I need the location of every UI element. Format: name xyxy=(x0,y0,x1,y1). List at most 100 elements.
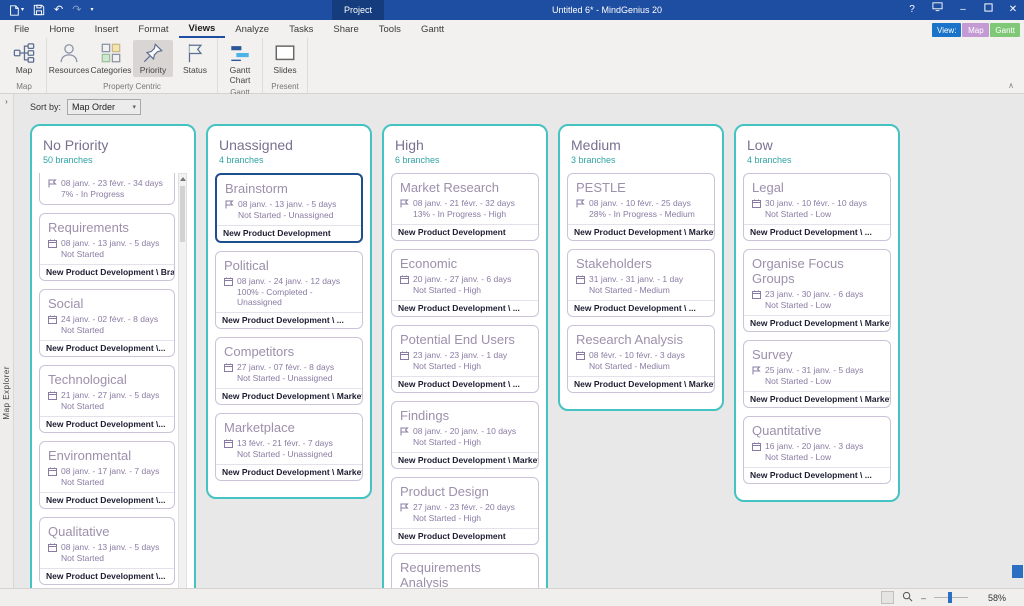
branch-card[interactable]: Findings08 janv. - 20 janv. - 10 daysNot… xyxy=(391,401,539,469)
undo-icon[interactable]: ↶ xyxy=(54,0,63,20)
quick-access-toolbar: ▾ ↶ ↷ ▾ xyxy=(8,0,93,20)
branch-dates-row: 27 janv. - 23 févr. - 20 days xyxy=(392,499,538,512)
branch-card[interactable]: Legal30 janv. - 10 févr. - 10 daysNot St… xyxy=(743,173,891,241)
customize-quick-access-icon[interactable]: ▾ xyxy=(90,0,93,20)
branch-card[interactable]: Technological21 janv. - 27 janv. - 5 day… xyxy=(39,365,175,433)
calendar-icon xyxy=(224,363,233,372)
fit-map-icon[interactable] xyxy=(881,591,894,604)
column-scrollbar[interactable] xyxy=(178,173,187,588)
branch-path: New Product Development xyxy=(217,225,361,241)
zoom-slider-thumb[interactable] xyxy=(948,592,952,603)
maximize-icon[interactable] xyxy=(983,0,993,20)
branch-status: Not Started - High xyxy=(392,360,538,371)
column-title: Unassigned xyxy=(219,137,359,153)
status-button[interactable]: Status xyxy=(175,40,215,77)
save-icon[interactable] xyxy=(33,4,45,16)
branch-card[interactable]: Market Research08 janv. - 21 févr. - 32 … xyxy=(391,173,539,241)
summary-flag-icon xyxy=(400,427,409,436)
branch-card[interactable]: 08 janv. - 23 févr. - 34 days7% - In Pro… xyxy=(39,173,175,205)
categories-button[interactable]: Categories xyxy=(91,40,131,77)
branch-dates: 27 janv. - 07 févr. - 8 days xyxy=(237,362,334,372)
branch-card[interactable]: Quantitative16 janv. - 20 janv. - 3 days… xyxy=(743,416,891,484)
menu-tab-tasks[interactable]: Tasks xyxy=(279,20,323,38)
branch-path: New Product Development \ Market Researc… xyxy=(216,388,362,404)
branch-status: Not Started - Unassigned xyxy=(217,209,361,220)
map-button[interactable]: Map xyxy=(4,40,44,77)
redo-icon: ↷ xyxy=(72,0,81,20)
menu-tab-insert[interactable]: Insert xyxy=(85,20,129,38)
menu-tab-views[interactable]: Views xyxy=(179,20,226,38)
branch-card[interactable]: Brainstorm08 janv. - 13 janv. - 5 daysNo… xyxy=(215,173,363,243)
branch-dates-row: 21 janv. - 27 janv. - 5 days xyxy=(40,387,174,400)
branch-card[interactable]: Stakeholders31 janv. - 31 janv. - 1 dayN… xyxy=(567,249,715,317)
branch-title: Requirements xyxy=(40,214,174,235)
menu-tab-home[interactable]: Home xyxy=(39,20,84,38)
resources-button[interactable]: Resources xyxy=(49,40,89,77)
scrollbar-thumb[interactable] xyxy=(1012,565,1023,578)
zoom-out-icon[interactable]: – xyxy=(921,593,926,603)
view-switch-gantt-button[interactable]: Gantt xyxy=(990,23,1020,37)
branch-status: Not Started xyxy=(40,476,174,487)
branch-dates: 08 janv. - 13 janv. - 5 days xyxy=(238,199,336,209)
branch-dates: 27 janv. - 23 févr. - 20 days xyxy=(413,502,515,512)
branch-card[interactable]: Marketplace13 févr. - 21 févr. - 7 daysN… xyxy=(215,413,363,481)
branch-card[interactable]: Social24 janv. - 02 févr. - 8 daysNot St… xyxy=(39,289,175,357)
ribbon-tab-bar: FileHomeInsertFormatViewsAnalyzeTasksSha… xyxy=(0,20,1024,38)
branch-status: Not Started - High xyxy=(392,512,538,523)
branch-dates-row: 23 janv. - 23 janv. - 1 day xyxy=(392,347,538,360)
column-title: Low xyxy=(747,137,887,153)
branch-card[interactable]: Economic20 janv. - 27 janv. - 6 daysNot … xyxy=(391,249,539,317)
scroll-up-icon[interactable] xyxy=(180,177,186,181)
sort-order-dropdown[interactable]: Map Order ▾ xyxy=(67,99,141,115)
branch-card[interactable]: Product Design27 janv. - 23 févr. - 20 d… xyxy=(391,477,539,545)
minimize-icon[interactable]: – xyxy=(958,0,968,20)
ribbon-group-present: SlidesPresent xyxy=(263,38,308,93)
priority-button[interactable]: Priority xyxy=(133,40,173,77)
branch-dates-row: 16 janv. - 20 janv. - 3 days xyxy=(744,438,890,451)
gantt-chart-icon xyxy=(229,42,251,64)
gantt-chart-button[interactable]: Gantt Chart xyxy=(220,40,260,87)
menu-tab-file[interactable]: File xyxy=(4,20,39,38)
branch-dates-row: 13 févr. - 21 févr. - 7 days xyxy=(216,435,362,448)
menu-tab-share[interactable]: Share xyxy=(323,20,368,38)
branch-card[interactable]: PESTLE08 janv. - 10 févr. - 25 days28% -… xyxy=(567,173,715,241)
menu-tab-format[interactable]: Format xyxy=(128,20,178,38)
branch-card[interactable]: Potential End Users23 janv. - 23 janv. -… xyxy=(391,325,539,393)
branch-path: New Product Development \ Market Researc… xyxy=(568,376,714,392)
branch-status: Not Started - High xyxy=(392,284,538,295)
branch-card[interactable]: Organise Focus Groups23 janv. - 30 janv.… xyxy=(743,249,891,332)
branch-card[interactable]: Political08 janv. - 24 janv. - 12 days10… xyxy=(215,251,363,329)
project-tab[interactable]: Project xyxy=(332,0,384,20)
view-switch-map-button[interactable]: Map xyxy=(962,23,989,37)
branch-dates: 08 janv. - 23 févr. - 34 days xyxy=(61,178,163,188)
close-icon[interactable]: ✕ xyxy=(1008,0,1018,20)
switch-windows-icon[interactable] xyxy=(932,0,943,20)
scrollbar-thumb[interactable] xyxy=(180,186,185,242)
branch-card[interactable]: Requirements Analysis27 janv. - 03 févr.… xyxy=(391,553,539,588)
slides-button[interactable]: Slides xyxy=(265,40,305,77)
menu-tab-tools[interactable]: Tools xyxy=(369,20,411,38)
menu-tab-analyze[interactable]: Analyze xyxy=(225,20,279,38)
expand-panel-icon[interactable]: › xyxy=(0,94,13,106)
help-icon[interactable]: ? xyxy=(907,0,917,20)
branch-card[interactable]: Qualitative08 janv. - 13 janv. - 5 daysN… xyxy=(39,517,175,585)
branch-card[interactable]: Survey25 janv. - 31 janv. - 5 daysNot St… xyxy=(743,340,891,408)
branch-dates-row: 23 janv. - 30 janv. - 6 days xyxy=(744,286,890,299)
branch-card[interactable]: Environmental08 janv. - 17 janv. - 7 day… xyxy=(39,441,175,509)
workspace: › Map Explorer Sort by: Map Order ▾ No P… xyxy=(0,94,1024,588)
branch-title: Market Research xyxy=(392,174,538,195)
branch-path: New Product Development \ Market Researc… xyxy=(392,452,538,468)
collapse-ribbon-icon[interactable]: ∧ xyxy=(1008,81,1014,90)
view-switch-view-button[interactable]: View: xyxy=(932,23,961,37)
new-map-icon[interactable]: ▾ xyxy=(8,0,24,20)
ribbon-button-label: Map xyxy=(16,66,33,76)
branch-card[interactable]: Competitors27 janv. - 07 févr. - 8 daysN… xyxy=(215,337,363,405)
menu-tab-gantt[interactable]: Gantt xyxy=(411,20,454,38)
priority-column-low: Low4 branchesLegal30 janv. - 10 févr. - … xyxy=(734,124,900,502)
branch-card[interactable]: Research Analysis08 févr. - 10 févr. - 3… xyxy=(567,325,715,393)
card-list: Brainstorm08 janv. - 13 janv. - 5 daysNo… xyxy=(215,173,363,481)
zoom-slider[interactable] xyxy=(934,592,968,603)
summary-flag-icon xyxy=(48,179,57,188)
branch-status: Not Started xyxy=(40,324,174,335)
branch-card[interactable]: Requirements08 janv. - 13 janv. - 5 days… xyxy=(39,213,175,281)
